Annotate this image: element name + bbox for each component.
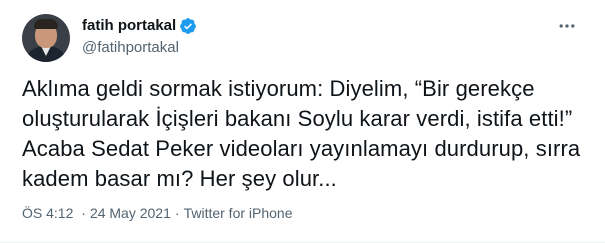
display-name-row: fatih portakal [82,16,197,36]
tweet-text-line: kadem basar mı? Her şey olur... [22,166,337,191]
avatar[interactable] [22,14,70,62]
tweet-text-line: Acaba Sedat Peker videoları yayınlamayı … [22,136,581,161]
more-options-icon[interactable] [555,16,579,36]
tweet-text-line: oluşturularak İçişleri bakanı Soylu kara… [22,106,573,131]
tweet-meta: ÖS 4:12 · 24 May 2021 · Twitter for iPhone [22,203,293,223]
tweet-header: fatih portakal @fatihportakal [22,14,587,62]
tweet-card: fatih portakal @fatihportakal Aklıma gel… [0,0,605,243]
tweet-time[interactable]: ÖS 4:12 [22,205,73,221]
meta-separator: · [81,205,86,221]
verified-badge-icon [179,17,197,35]
tweet-date[interactable]: 24 May 2021 [90,205,171,221]
tweet-source[interactable]: Twitter for iPhone [184,205,293,221]
tweet-text-line: Aklıma geldi sormak istiyorum: Diyelim, … [22,76,535,101]
tweet-text: Aklıma geldi sormak istiyorum: Diyelim, … [22,74,597,194]
author-block: fatih portakal @fatihportakal [82,16,197,58]
display-name[interactable]: fatih portakal [82,16,176,36]
meta-separator: · [174,205,180,221]
handle[interactable]: @fatihportakal [82,38,197,58]
